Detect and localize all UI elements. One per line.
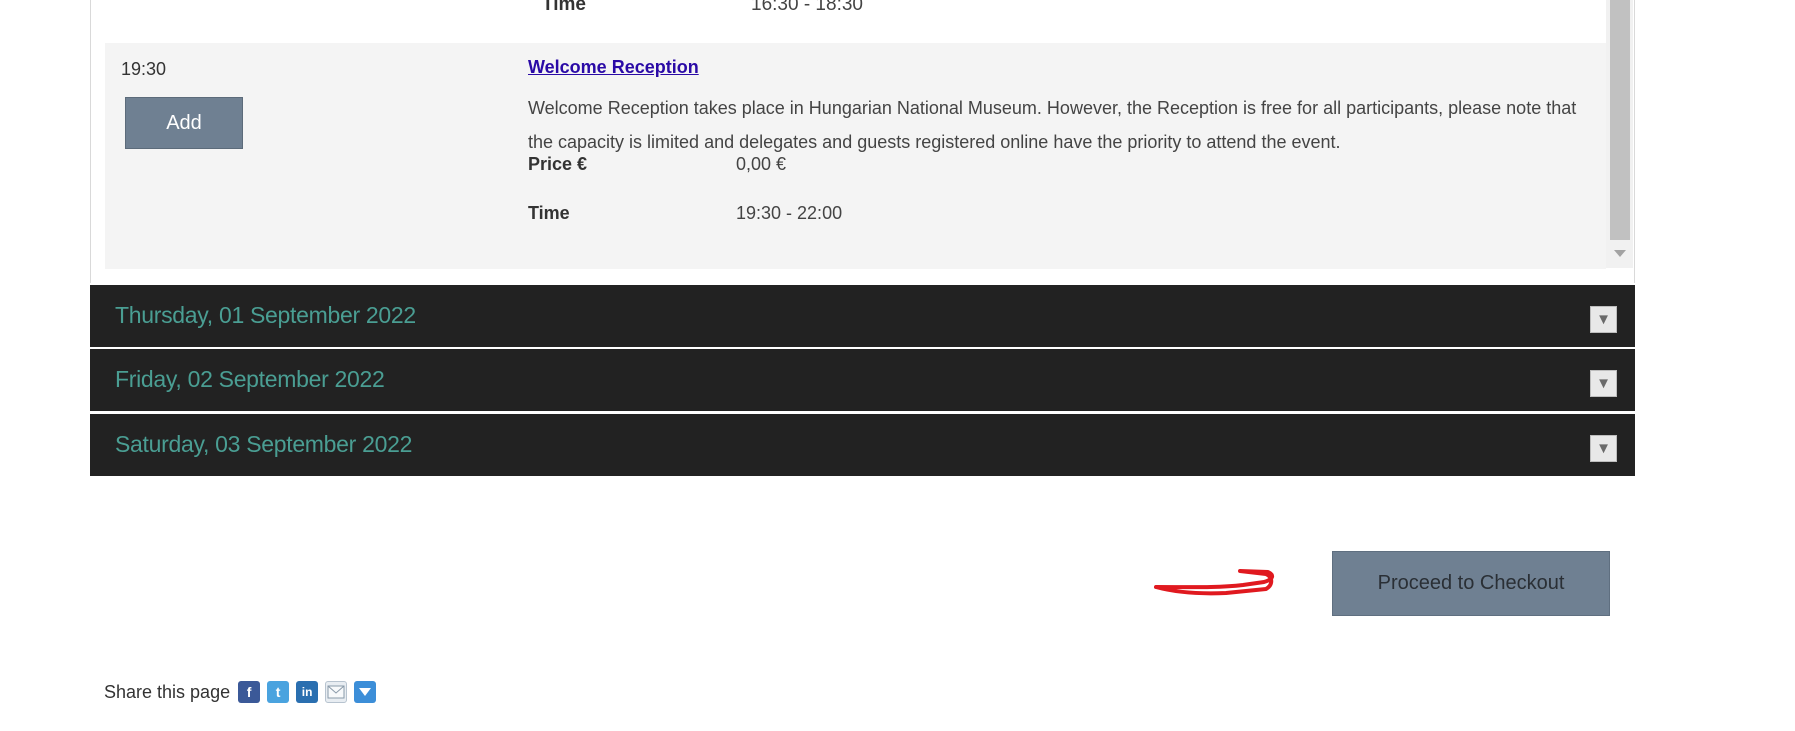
day-header-saturday[interactable]: Saturday, 03 September 2022 ▼ bbox=[90, 414, 1635, 476]
scrollbar-thumb[interactable] bbox=[1610, 0, 1630, 240]
more-icon[interactable] bbox=[354, 681, 377, 703]
scroll-down-arrow-icon[interactable] bbox=[1614, 250, 1626, 257]
day-header-thursday[interactable]: Thursday, 01 September 2022 ▼ bbox=[90, 285, 1635, 347]
previous-event-row: Time 16:30 - 18:30 bbox=[105, 0, 1606, 40]
time-value: 19:30 - 22:00 bbox=[736, 203, 843, 223]
expand-toggle-icon[interactable]: ▼ bbox=[1590, 435, 1617, 462]
previous-time-label: Time bbox=[542, 0, 587, 15]
facebook-icon[interactable]: f bbox=[238, 681, 261, 703]
events-panel: Time 16:30 - 18:30 19:30 Add Welcome Rec… bbox=[90, 0, 1635, 283]
expand-toggle-icon[interactable]: ▼ bbox=[1590, 370, 1617, 397]
registration-page: Time 16:30 - 18:30 19:30 Add Welcome Rec… bbox=[0, 0, 1795, 731]
expand-toggle-icon[interactable]: ▼ bbox=[1590, 306, 1617, 333]
event-row-welcome-reception: 19:30 Add Welcome Reception Welcome Rece… bbox=[105, 43, 1606, 269]
day-title: Saturday, 03 September 2022 bbox=[115, 431, 413, 457]
share-bar: Share this page f t in bbox=[104, 681, 383, 703]
share-label: Share this page bbox=[104, 681, 231, 702]
add-button[interactable]: Add bbox=[125, 97, 243, 149]
linkedin-icon[interactable]: in bbox=[296, 681, 319, 703]
day-title: Friday, 02 September 2022 bbox=[115, 366, 385, 392]
event-start-time: 19:30 bbox=[121, 59, 167, 79]
events-scrollbar[interactable] bbox=[1606, 0, 1633, 268]
day-header-friday[interactable]: Friday, 02 September 2022 ▼ bbox=[90, 349, 1635, 411]
time-label: Time bbox=[528, 203, 570, 223]
proceed-to-checkout-button[interactable]: Proceed to Checkout bbox=[1332, 551, 1610, 616]
price-value: 0,00 € bbox=[736, 154, 787, 174]
email-icon[interactable] bbox=[325, 681, 348, 703]
event-description: Welcome Reception takes place in Hungari… bbox=[528, 98, 1577, 152]
day-title: Thursday, 01 September 2022 bbox=[115, 302, 416, 328]
previous-time-value: 16:30 - 18:30 bbox=[751, 0, 863, 15]
red-arrow-annotation-icon bbox=[1154, 569, 1275, 596]
twitter-icon[interactable]: t bbox=[267, 681, 290, 703]
price-label: Price € bbox=[528, 154, 588, 174]
event-title-link[interactable]: Welcome Reception bbox=[528, 57, 699, 78]
